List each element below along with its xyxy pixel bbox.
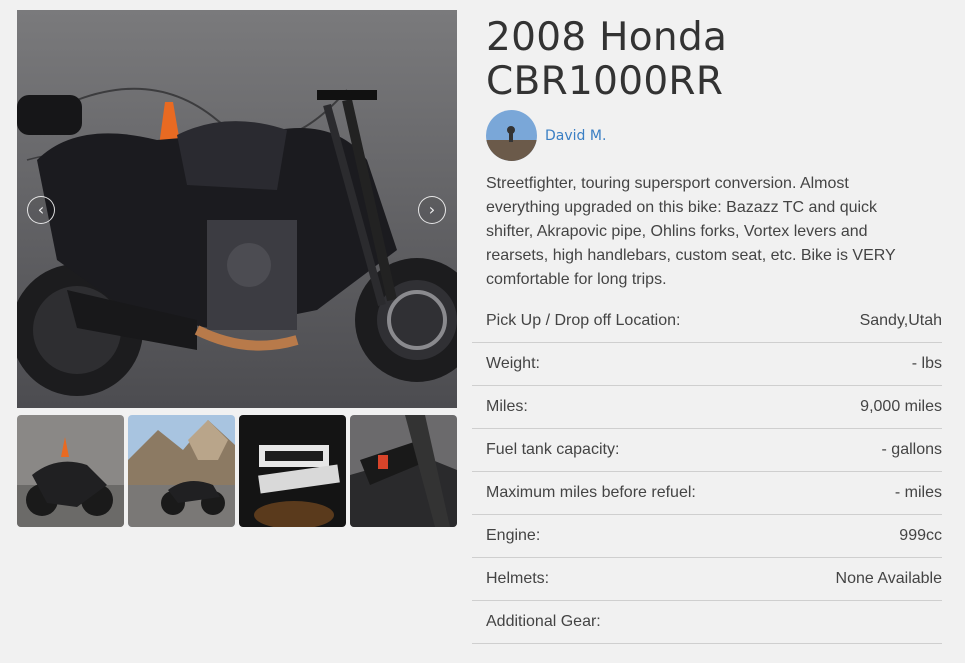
prev-photo-button[interactable]: ‹ [27,196,55,224]
thumbnail-3[interactable] [239,415,346,527]
thumbnail-2[interactable] [128,415,235,527]
chevron-left-icon: ‹ [37,200,45,219]
spec-value: Sandy,Utah [859,312,942,329]
spec-row: Miles: 9,000 miles [472,386,942,429]
spec-label: Helmets: [486,570,550,587]
motorcycle-photo [17,10,457,408]
spec-label: Fuel tank capacity: [486,441,620,458]
spec-value: 999cc [899,527,942,544]
spec-row: Weight: - lbs [472,343,942,386]
thumbnail-image [350,415,457,527]
next-photo-button[interactable]: › [418,196,446,224]
listing-title: 2008 Honda CBR1000RR [486,15,728,104]
owner-info: David M. [486,110,606,161]
main-photo[interactable]: ‹ › [17,10,457,408]
thumbnail-1[interactable] [17,415,124,527]
thumbnail-4[interactable] [350,415,457,527]
avatar[interactable] [486,110,537,161]
spec-label: Miles: [486,398,528,415]
photo-gallery: ‹ › [17,10,457,527]
thumbnail-image [128,415,235,527]
spec-value: - lbs [911,355,942,372]
spec-label: Weight: [486,355,540,372]
spec-row: Additional Gear: [472,601,942,644]
spec-row: Helmets: None Available [472,558,942,601]
thumbnail-strip [17,415,457,527]
spec-label: Additional Gear: [486,613,601,630]
spec-value: None Available [835,570,942,587]
listing-description: Streetfighter, touring supersport conver… [486,175,896,288]
spec-row: Pick Up / Drop off Location: Sandy,Utah [472,300,942,343]
chevron-right-icon: › [428,200,436,219]
owner-avatar-image [486,110,537,161]
spec-row: Engine: 999cc [472,515,942,558]
specs-table: Pick Up / Drop off Location: Sandy,Utah … [472,300,942,644]
spec-label: Pick Up / Drop off Location: [486,312,681,329]
owner-name-link[interactable]: David M. [545,128,606,144]
thumbnail-image [239,415,346,527]
spec-label: Maximum miles before refuel: [486,484,696,501]
spec-value: - miles [894,484,942,501]
spec-row: Maximum miles before refuel: - miles [472,472,942,515]
thumbnail-image [17,415,124,527]
spec-label: Engine: [486,527,541,544]
spec-value: 9,000 miles [860,398,942,415]
spec-row: Fuel tank capacity: - gallons [472,429,942,472]
spec-value: - gallons [881,441,942,458]
